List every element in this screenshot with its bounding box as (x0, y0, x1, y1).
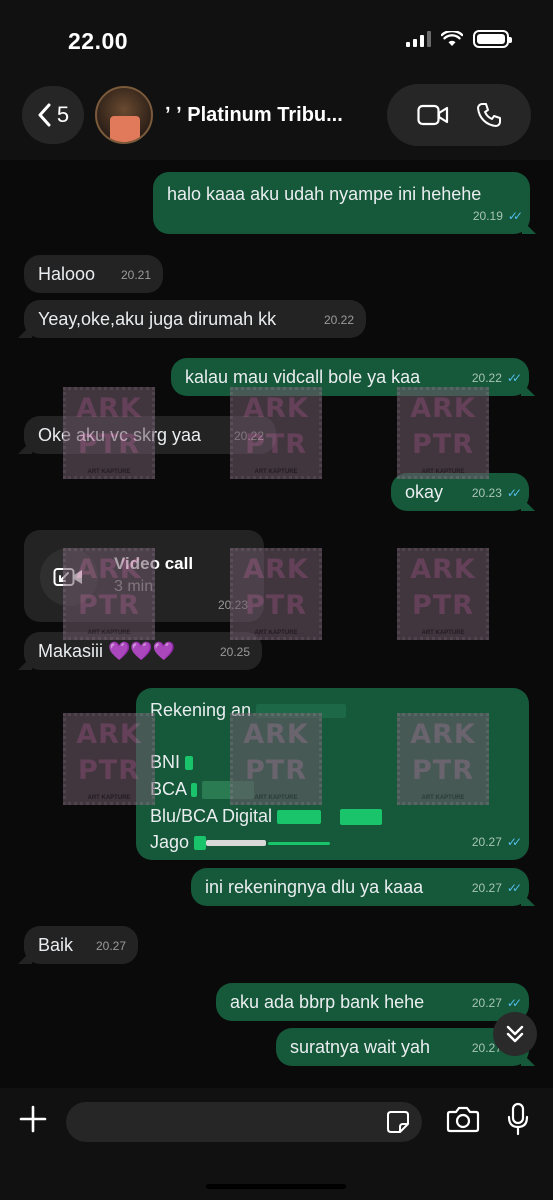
chat-header: 5 ʼ ʼ Platinum Tribu... (0, 78, 553, 160)
message-bubble-incoming[interactable]: Makasiii 💜💜💜 20.25 (18, 632, 262, 670)
message-bubble-outgoing[interactable]: ini rekeningnya dlu ya kaaa 20.27 ✓✓ (191, 868, 535, 906)
message-bubble-incoming[interactable]: Oke aku vc skrg yaa 20.22 (18, 416, 276, 454)
message-text: aku ada bbrp bank hehe (230, 992, 425, 1012)
avatar[interactable] (95, 86, 153, 144)
scroll-to-bottom-button[interactable] (493, 1012, 537, 1056)
video-camera-icon[interactable] (416, 104, 449, 126)
status-time: 22.00 (68, 28, 129, 54)
message-text: halo kaaa aku udah nyampe ini hehehe (167, 184, 482, 204)
microphone-icon[interactable] (506, 1102, 530, 1136)
message-bubble-outgoing[interactable]: suratnya wait yah 20.27✓✓ (276, 1028, 535, 1066)
message-text: Oke aku vc skrg yaa (38, 425, 202, 445)
status-bar: 22.00 (0, 0, 553, 78)
chevron-double-down-icon (506, 1025, 524, 1043)
message-time: 20.22 (471, 371, 502, 385)
read-ticks-icon: ✓✓ (506, 486, 522, 500)
back-button[interactable]: 5 (22, 86, 84, 144)
bank-line: Rekening an (150, 698, 347, 722)
message-bubble-outgoing[interactable]: okay 20.23 ✓✓ (391, 473, 535, 511)
message-time: 20.27 (95, 939, 126, 953)
message-bubble-incoming[interactable]: Halooo 20.21 (24, 255, 163, 293)
missed-video-call-icon (40, 548, 98, 606)
bank-line: BNI (150, 750, 194, 774)
message-input-wrapper (66, 1102, 422, 1142)
signal-icon (406, 31, 431, 47)
message-time: 20.27 (471, 881, 502, 895)
call-title: Video call (114, 554, 194, 573)
phone-icon[interactable] (476, 102, 502, 128)
bank-line: Blu/BCA Digital (150, 804, 383, 828)
home-indicator (206, 1184, 346, 1189)
message-input[interactable] (66, 1102, 422, 1142)
plus-icon[interactable] (18, 1104, 48, 1134)
message-time: 20.19 (472, 209, 503, 223)
video-call-card[interactable]: Video call 3 min 20.23 (24, 530, 264, 622)
bank-line: BCA (150, 777, 255, 801)
camera-icon[interactable] (446, 1105, 480, 1133)
message-text: Halooo (38, 264, 96, 284)
contact-name[interactable]: ʼ ʼ Platinum Tribu... (165, 104, 343, 127)
message-time: 20.25 (219, 645, 250, 659)
message-time: 20.27 (471, 835, 502, 849)
message-time: 20.23 (217, 598, 248, 612)
message-time: 20.21 (120, 268, 151, 282)
call-actions (387, 84, 531, 146)
watermark-stamp: ARK PTR ART KAPTURE (397, 387, 489, 479)
read-ticks-icon: ✓✓ (506, 835, 522, 849)
message-text: ini rekeningnya dlu ya kaaa (205, 877, 424, 897)
battery-icon (473, 30, 512, 48)
status-icons (406, 30, 512, 48)
call-duration: 3 min (114, 578, 154, 595)
unread-count: 5 (56, 102, 70, 127)
message-bubble-bank-accounts[interactable]: Rekening an BNI BCA Blu/BCA Digital Jago… (136, 688, 529, 860)
chat-area[interactable]: halo kaaa aku udah nyampe ini hehehe 20.… (0, 160, 553, 1088)
message-time: 20.27 (471, 996, 502, 1010)
message-bubble-outgoing[interactable]: halo kaaa aku udah nyampe ini hehehe 20.… (153, 172, 536, 234)
message-bubble-outgoing[interactable]: aku ada bbrp bank hehe 20.27 ✓✓ (216, 983, 529, 1021)
read-ticks-icon: ✓✓ (507, 209, 523, 223)
message-time: 20.22 (323, 313, 354, 327)
message-bubble-outgoing[interactable]: kalau mau vidcall bole ya kaa 20.22 ✓✓ (171, 358, 535, 396)
message-time: 20.23 (471, 486, 502, 500)
watermark-stamp: ARK PTR ART KAPTURE (397, 548, 489, 640)
message-bubble-incoming[interactable]: Baik 20.27 (18, 926, 138, 964)
message-bubble-incoming[interactable]: Yeay,oke,aku juga dirumah kk 20.22 (18, 300, 366, 338)
message-text: Baik (38, 935, 74, 955)
chevron-left-icon (38, 103, 51, 127)
sticker-icon[interactable] (386, 1110, 410, 1134)
message-text: Yeay,oke,aku juga dirumah kk (38, 309, 277, 329)
message-text: okay (405, 482, 444, 502)
read-ticks-icon: ✓✓ (506, 371, 522, 385)
read-ticks-icon: ✓✓ (506, 881, 522, 895)
message-time: 20.22 (233, 429, 264, 443)
message-text: Makasiii 💜💜💜 (38, 641, 176, 661)
bank-line: Jago (150, 830, 331, 854)
wifi-icon (441, 31, 463, 46)
message-text: kalau mau vidcall bole ya kaa (185, 367, 421, 387)
message-text: suratnya wait yah (290, 1037, 431, 1057)
